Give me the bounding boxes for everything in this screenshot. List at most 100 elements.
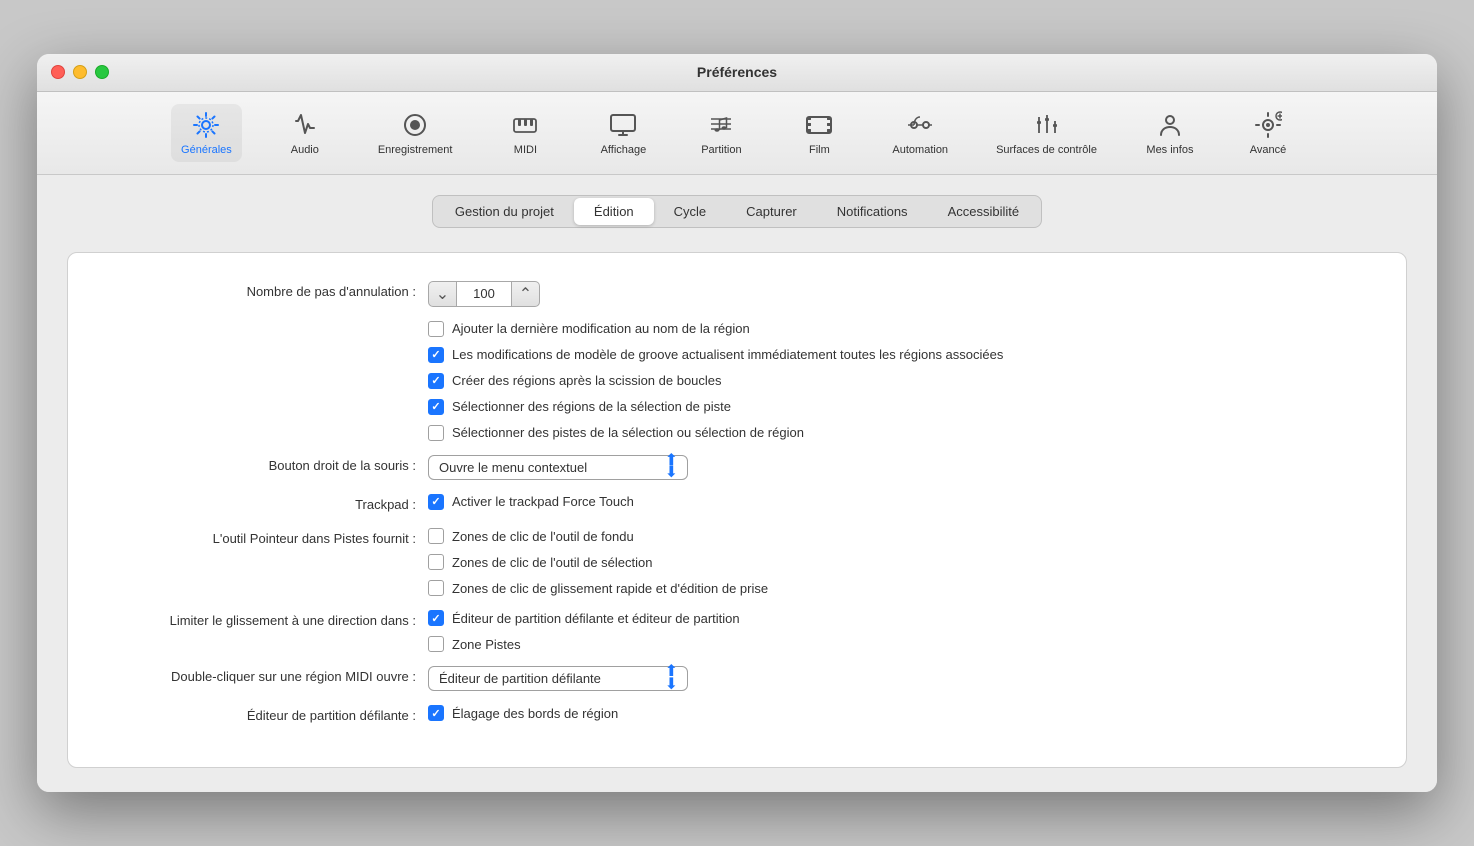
toolbar-affichage[interactable]: Affichage (588, 104, 658, 162)
double-click-label: Double-cliquer sur une région MIDI ouvre… (108, 666, 428, 686)
tab-capturer[interactable]: Capturer (726, 198, 817, 225)
maximize-button[interactable] (95, 65, 109, 79)
midi-icon (510, 110, 540, 140)
score-editor-row: Éditeur de partition défilante et éditeu… (428, 610, 740, 626)
tab-edition[interactable]: Édition (574, 198, 654, 225)
fade-click-checkbox[interactable] (428, 528, 444, 544)
trim-borders-row: Élagage des bords de région (428, 705, 618, 721)
toolbar-enregistrement[interactable]: Enregistrement (368, 104, 463, 162)
score-editor-checkbox[interactable] (428, 610, 444, 626)
score-editor-setting-row: Éditeur de partition défilante : Élagage… (108, 705, 1366, 725)
surfaces-icon (1032, 110, 1062, 140)
toolbar-generales[interactable]: Générales (171, 104, 242, 162)
select-regions-checkbox[interactable] (428, 399, 444, 415)
zone-pistes-checkbox[interactable] (428, 636, 444, 652)
checkboxes-empty-label (108, 321, 428, 323)
checkbox-groove-model: Les modifications de modèle de groove ac… (428, 347, 1003, 363)
mesinfos-label: Mes infos (1146, 144, 1193, 156)
fade-click-label: Zones de clic de l'outil de fondu (452, 529, 634, 544)
checkbox-select-tracks: Sélectionner des pistes de la sélection … (428, 425, 1003, 441)
tab-gestion[interactable]: Gestion du projet (435, 198, 574, 225)
select-tracks-checkbox[interactable] (428, 425, 444, 441)
groove-model-label: Les modifications de modèle de groove ac… (452, 347, 1003, 362)
right-click-select[interactable]: Ouvre le menu contextuel Outil pointeur … (428, 455, 688, 480)
double-click-select-wrapper: Éditeur de partition défilante Éditeur d… (428, 666, 688, 691)
select-tracks-label: Sélectionner des pistes de la sélection … (452, 425, 804, 440)
toolbar-midi[interactable]: MIDI (490, 104, 560, 162)
force-touch-row: Activer le trackpad Force Touch (428, 494, 634, 510)
affichage-icon (608, 110, 638, 140)
limit-slide-row: Limiter le glissement à une direction da… (108, 610, 1366, 652)
undo-decrement[interactable]: ⌄ (428, 281, 456, 307)
pointer-controls: Zones de clic de l'outil de fondu Zones … (428, 528, 768, 596)
audio-label: Audio (291, 144, 319, 156)
zone-pistes-label: Zone Pistes (452, 637, 521, 652)
toolbar-avance[interactable]: Avancé (1233, 104, 1303, 162)
automation-icon (905, 110, 935, 140)
trim-borders-checkbox[interactable] (428, 705, 444, 721)
surfaces-label: Surfaces de contrôle (996, 144, 1097, 156)
tab-notifications[interactable]: Notifications (817, 198, 928, 225)
undo-controls: ⌄ ⌃ (428, 281, 540, 307)
midi-label: MIDI (514, 144, 537, 156)
toolbar-audio[interactable]: Audio (270, 104, 340, 162)
enregistrement-icon (400, 110, 430, 140)
toolbar-partition[interactable]: Partition (686, 104, 756, 162)
limit-slide-controls: Éditeur de partition défilante et éditeu… (428, 610, 740, 652)
right-click-row: Bouton droit de la souris : Ouvre le men… (108, 455, 1366, 480)
content-area: Gestion du projet Édition Cycle Capturer… (37, 175, 1437, 792)
select-regions-label: Sélectionner des régions de la sélection… (452, 399, 731, 414)
add-last-mod-checkbox[interactable] (428, 321, 444, 337)
score-editor-setting-label: Éditeur de partition défilante : (108, 705, 428, 725)
select-click-row: Zones de clic de l'outil de sélection (428, 554, 768, 570)
force-touch-label: Activer le trackpad Force Touch (452, 494, 634, 509)
undo-value-input[interactable] (456, 281, 512, 307)
settings-panel: Nombre de pas d'annulation : ⌄ ⌃ Ajouter… (67, 252, 1407, 768)
enregistrement-label: Enregistrement (378, 144, 453, 156)
undo-increment[interactable]: ⌃ (512, 281, 540, 307)
groove-model-checkbox[interactable] (428, 347, 444, 363)
select-click-label: Zones de clic de l'outil de sélection (452, 555, 652, 570)
toolbar-mesinfos[interactable]: Mes infos (1135, 104, 1205, 162)
double-click-select[interactable]: Éditeur de partition défilante Éditeur d… (428, 666, 688, 691)
create-regions-label: Créer des régions après la scission de b… (452, 373, 722, 388)
tab-cycle[interactable]: Cycle (654, 198, 727, 225)
fade-click-row: Zones de clic de l'outil de fondu (428, 528, 768, 544)
trim-borders-label: Élagage des bords de région (452, 706, 618, 721)
stepper-group: ⌄ ⌃ (428, 281, 540, 307)
pointer-row: L'outil Pointeur dans Pistes fournit : Z… (108, 528, 1366, 596)
avance-label: Avancé (1250, 144, 1287, 156)
right-click-controls: Ouvre le menu contextuel Outil pointeur … (428, 455, 688, 480)
double-click-row: Double-cliquer sur une région MIDI ouvre… (108, 666, 1366, 691)
automation-label: Automation (892, 144, 948, 156)
close-button[interactable] (51, 65, 65, 79)
create-regions-checkbox[interactable] (428, 373, 444, 389)
right-click-select-wrapper: Ouvre le menu contextuel Outil pointeur … (428, 455, 688, 480)
trackpad-controls: Activer le trackpad Force Touch (428, 494, 634, 510)
quick-slide-checkbox[interactable] (428, 580, 444, 596)
quick-slide-label: Zones de clic de glissement rapide et d'… (452, 581, 768, 596)
zone-pistes-row: Zone Pistes (428, 636, 740, 652)
right-click-label: Bouton droit de la souris : (108, 455, 428, 475)
traffic-lights (51, 65, 109, 79)
minimize-button[interactable] (73, 65, 87, 79)
force-touch-checkbox[interactable] (428, 494, 444, 510)
pointer-label: L'outil Pointeur dans Pistes fournit : (108, 528, 428, 548)
quick-slide-row: Zones de clic de glissement rapide et d'… (428, 580, 768, 596)
select-click-checkbox[interactable] (428, 554, 444, 570)
checkbox-create-regions: Créer des régions après la scission de b… (428, 373, 1003, 389)
affichage-label: Affichage (601, 144, 647, 156)
toolbar-surfaces[interactable]: Surfaces de contrôle (986, 104, 1107, 162)
generales-label: Générales (181, 144, 232, 156)
mesinfos-icon (1155, 110, 1185, 140)
tab-accessibilite[interactable]: Accessibilité (928, 198, 1040, 225)
toolbar-automation[interactable]: Automation (882, 104, 958, 162)
audio-icon (290, 110, 320, 140)
score-editor-label: Éditeur de partition défilante et éditeu… (452, 611, 740, 626)
double-click-controls: Éditeur de partition défilante Éditeur d… (428, 666, 688, 691)
undo-label: Nombre de pas d'annulation : (108, 281, 428, 301)
toolbar: Générales Audio Enregistrement (37, 92, 1437, 175)
undo-row: Nombre de pas d'annulation : ⌄ ⌃ (108, 281, 1366, 307)
toolbar-film[interactable]: Film (784, 104, 854, 162)
score-editor-setting-controls: Élagage des bords de région (428, 705, 618, 721)
